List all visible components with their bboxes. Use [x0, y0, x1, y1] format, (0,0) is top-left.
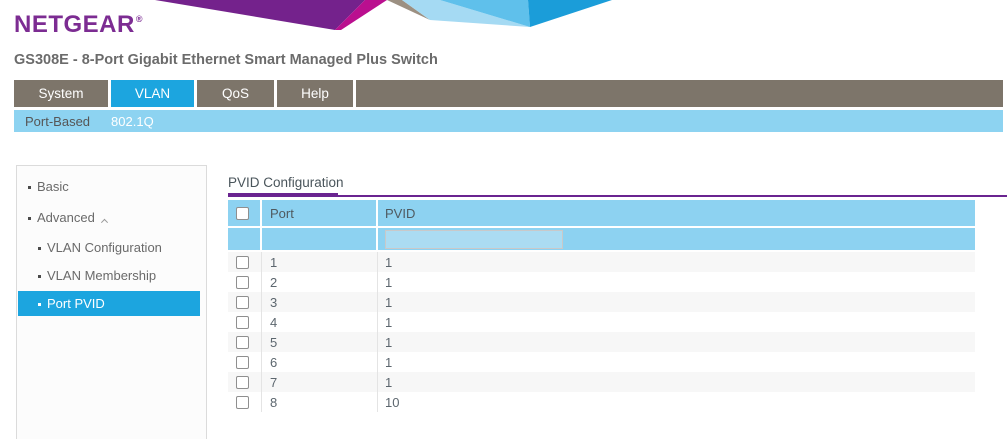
bullet-icon [28, 217, 31, 220]
table-row: 8 10 [228, 392, 975, 412]
pvid-filter-input[interactable] [385, 230, 563, 249]
page-root: NETGEAR® GS308E - 8-Port Gigabit Etherne… [0, 0, 1007, 439]
sidebar: Basic Advanced VLAN Configuration VLAN M… [16, 165, 207, 439]
tabbar-filler [356, 80, 1003, 107]
netgear-logo-text: NETGEAR [14, 11, 135, 38]
heading-underline-accent [228, 193, 338, 197]
sidebar-item-port-pvid[interactable]: Port PVID [18, 291, 200, 316]
port-cell: 2 [262, 272, 378, 292]
row-checkbox[interactable] [236, 256, 249, 269]
pvid-cell: 1 [378, 292, 975, 312]
tab-qos[interactable]: QoS [197, 80, 274, 107]
bullet-icon [28, 186, 31, 189]
filter-pvid-cell [378, 228, 975, 250]
pvid-cell: 10 [378, 392, 975, 412]
sidebar-item-vlan-configuration[interactable]: VLAN Configuration [17, 239, 206, 256]
product-title: GS308E - 8-Port Gigabit Ethernet Smart M… [14, 52, 438, 68]
row-checkbox[interactable] [236, 376, 249, 389]
row-checkbox[interactable] [236, 316, 249, 329]
nav-tabbar: System VLAN QoS Help [14, 80, 1003, 107]
port-cell: 6 [262, 352, 378, 372]
port-cell: 8 [262, 392, 378, 412]
filter-port-cell [262, 228, 378, 250]
sidebar-item-advanced[interactable]: Advanced [17, 209, 206, 226]
port-cell: 4 [262, 312, 378, 332]
bullet-icon [38, 247, 41, 250]
table-row: 1 1 [228, 252, 975, 272]
caret-up-icon [101, 219, 108, 226]
tab-vlan[interactable]: VLAN [111, 80, 194, 107]
subnav-item-8021q[interactable]: 802.1Q [111, 114, 154, 129]
table-row: 3 1 [228, 292, 975, 312]
column-header-port: Port [262, 200, 378, 226]
sidebar-item-label: VLAN Configuration [47, 240, 162, 255]
heading-underline [228, 195, 1007, 197]
tab-help[interactable]: Help [277, 80, 353, 107]
sidebar-item-label: VLAN Membership [47, 268, 156, 283]
port-cell: 3 [262, 292, 378, 312]
sidebar-item-label: Port PVID [47, 296, 105, 311]
bullet-icon [38, 303, 41, 306]
pvid-cell: 1 [378, 252, 975, 272]
row-checkbox[interactable] [236, 336, 249, 349]
column-header-pvid: PVID [378, 200, 975, 226]
table-row: 7 1 [228, 372, 975, 392]
table-row: 2 1 [228, 272, 975, 292]
pvid-cell: 1 [378, 352, 975, 372]
row-checkbox[interactable] [236, 276, 249, 289]
sidebar-item-vlan-membership[interactable]: VLAN Membership [17, 267, 206, 284]
pvid-table: Port PVID 1 1 2 1 3 1 4 1 [228, 200, 975, 412]
port-cell: 7 [262, 372, 378, 392]
table-header-row: Port PVID [228, 200, 975, 226]
filter-row [228, 228, 975, 250]
netgear-logo: NETGEAR® [14, 8, 143, 36]
row-checkbox[interactable] [236, 296, 249, 309]
registered-mark: ® [136, 14, 143, 24]
subnav-item-port-based[interactable]: Port-Based [25, 114, 90, 129]
pvid-cell: 1 [378, 312, 975, 332]
pvid-cell: 1 [378, 332, 975, 352]
select-all-checkbox[interactable] [236, 207, 249, 220]
page-title: PVID Configuration [228, 175, 344, 190]
table-row: 5 1 [228, 332, 975, 352]
tab-system[interactable]: System [14, 80, 108, 107]
select-all-cell [228, 200, 262, 226]
port-cell: 5 [262, 332, 378, 352]
pvid-cell: 1 [378, 372, 975, 392]
port-cell: 1 [262, 252, 378, 272]
sidebar-item-label: Advanced [37, 210, 95, 225]
banner-graphic [155, 0, 615, 30]
filter-checkbox-cell [228, 228, 262, 250]
subnav: Port-Based 802.1Q [14, 110, 1003, 132]
table-row: 4 1 [228, 312, 975, 332]
table-row: 6 1 [228, 352, 975, 372]
pvid-cell: 1 [378, 272, 975, 292]
row-checkbox[interactable] [236, 396, 249, 409]
bullet-icon [38, 275, 41, 278]
sidebar-item-label: Basic [37, 179, 69, 194]
sidebar-item-basic[interactable]: Basic [17, 178, 206, 195]
row-checkbox[interactable] [236, 356, 249, 369]
